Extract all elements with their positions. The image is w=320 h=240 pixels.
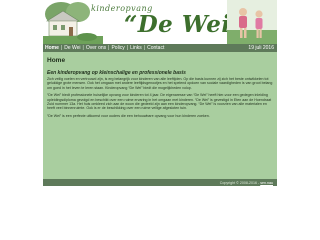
footer-bar: Copyright © 2008-2016 - sen.nau — [43, 179, 277, 186]
page-title: Home — [47, 57, 66, 64]
intro-heading: Een kinderopvang op kleinschalige en pro… — [47, 70, 186, 76]
nav-item-de-wei[interactable]: De Wei — [62, 45, 82, 51]
nav-item-home[interactable]: Home — [43, 45, 61, 51]
nav-item-contact[interactable]: Contact — [145, 45, 166, 51]
page-container: kinderopvang “De Wei” Home | De Wei | Ov… — [43, 0, 277, 186]
copyright-text: Copyright © 2008-2016 - — [219, 180, 261, 185]
main-content: Home Een kinderopvang op kleinschalige e… — [47, 57, 274, 121]
header-banner: kinderopvang “De Wei” — [43, 0, 277, 44]
main-navigation: Home | De Wei | Over ons | Policy | Link… — [43, 44, 277, 52]
nav-item-links[interactable]: Links — [128, 45, 144, 51]
copyright-notice: Copyright © 2008-2016 - sen.nau — [220, 181, 277, 185]
current-date: 19 juli 2016 — [248, 45, 274, 51]
footer-credit-link[interactable]: sen.nau — [260, 181, 273, 185]
about-paragraph: “De Wei” biedt professionele huiselijke … — [47, 93, 272, 111]
nav-item-policy[interactable]: Policy — [109, 45, 126, 51]
intro-paragraph: Zich veilig voelen en vertrouwd zijn, is… — [47, 77, 273, 90]
nav-item-over-ons[interactable]: Over ons — [84, 45, 108, 51]
children-illustration — [227, 0, 277, 44]
closing-paragraph: “De Wei” is een perfecte uitkomst voor o… — [47, 113, 210, 118]
